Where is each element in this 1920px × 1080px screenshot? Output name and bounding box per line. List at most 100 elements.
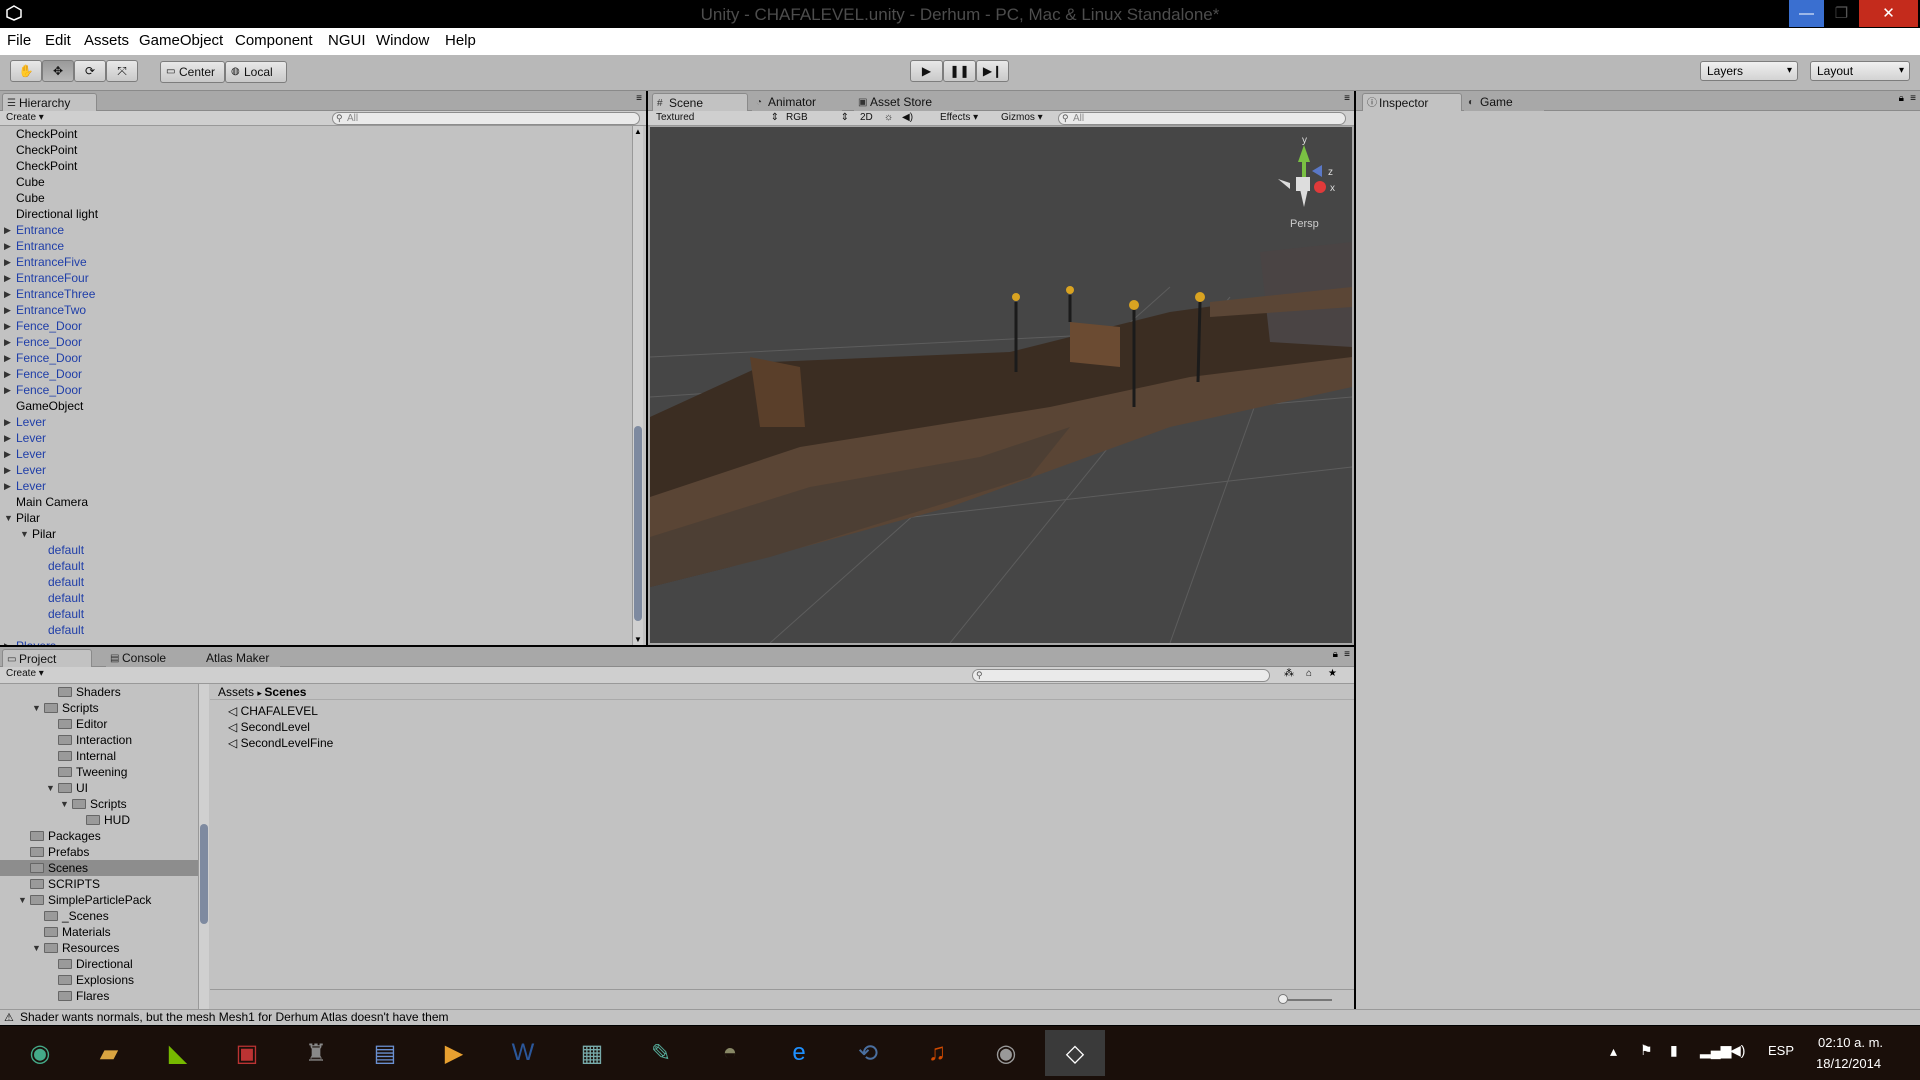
audacity-icon[interactable]: ♫	[907, 1030, 967, 1076]
hierarchy-create-button[interactable]: Create ▾	[6, 112, 56, 125]
hierarchy-row[interactable]: ▶ Entrance	[0, 222, 64, 238]
move-tool-button[interactable]: ✥	[42, 60, 74, 82]
hierarchy-row[interactable]: ▶ Fence_Door	[0, 318, 82, 334]
hierarchy-row[interactable]: default	[0, 542, 84, 558]
menu-ngui[interactable]: NGUI	[328, 32, 366, 49]
filter-type-icon[interactable]: ⁂	[1284, 668, 1294, 679]
project-tree-item[interactable]: Prefabs	[0, 844, 198, 860]
hierarchy-row[interactable]: Cube	[0, 174, 45, 190]
hierarchy-row[interactable]: ▶ Lever	[0, 414, 46, 430]
nvidia-icon[interactable]: ◣	[148, 1030, 208, 1076]
pause-button[interactable]: ❚❚	[943, 60, 976, 82]
project-tree-item[interactable]: Editor	[0, 716, 198, 732]
tab-console[interactable]: ▤ Console	[106, 649, 190, 667]
hierarchy-row[interactable]: default	[0, 574, 84, 590]
clock-time[interactable]: 02:10 a. m.	[1818, 1035, 1883, 1050]
hierarchy-row[interactable]: GameObject	[0, 398, 83, 414]
input-language[interactable]: ESP	[1768, 1043, 1794, 1058]
menu-gameobject[interactable]: GameObject	[139, 32, 223, 49]
network-signal-icon[interactable]: ▂▄▆	[1700, 1042, 1731, 1059]
hierarchy-row[interactable]: ▶ Entrance	[0, 238, 64, 254]
breadcrumb-scenes[interactable]: Scenes	[264, 685, 306, 699]
lighting-toggle-icon[interactable]: ☼	[884, 112, 898, 125]
battery-icon[interactable]: ▮	[1670, 1042, 1678, 1059]
minimize-button[interactable]: —	[1789, 0, 1824, 27]
project-tree-item[interactable]: ▼ SimpleParticlePack	[0, 892, 198, 908]
menu-help[interactable]: Help	[445, 32, 476, 49]
icon-size-slider-handle[interactable]	[1278, 994, 1288, 1004]
paint-icon[interactable]: ✎	[631, 1030, 691, 1076]
expand-down-icon[interactable]: ▼	[60, 796, 69, 812]
hierarchy-row[interactable]: default	[0, 590, 84, 606]
hierarchy-row[interactable]: ▶ Lever	[0, 430, 46, 446]
pivot-local-toggle[interactable]: ◍ Local	[225, 61, 287, 83]
gimp-icon[interactable]: ◓	[700, 1030, 760, 1076]
hierarchy-row[interactable]: CheckPoint	[0, 158, 77, 174]
project-tree-item[interactable]: Tweening	[0, 764, 198, 780]
effects-dropdown[interactable]: Effects ▾	[940, 112, 990, 125]
expand-down-icon[interactable]: ▼	[18, 892, 27, 908]
hierarchy-row[interactable]: CheckPoint	[0, 142, 77, 158]
expand-right-icon[interactable]: ▶	[4, 318, 11, 334]
expand-right-icon[interactable]: ▶	[4, 222, 11, 238]
internet-explorer-icon[interactable]: e	[769, 1030, 829, 1076]
expand-right-icon[interactable]: ▶	[4, 478, 11, 494]
project-tree-item[interactable]: Shaders	[0, 684, 198, 700]
step-button[interactable]: ▶❙	[976, 60, 1009, 82]
panel-menu-icon[interactable]: ≡	[1344, 93, 1350, 104]
project-tree-item[interactable]: _Scenes	[0, 908, 198, 924]
hierarchy-row[interactable]: ▶ Fence_Door	[0, 350, 82, 366]
expand-right-icon[interactable]: ▶	[4, 270, 11, 286]
menu-file[interactable]: File	[7, 32, 31, 49]
hierarchy-scrollbar[interactable]: ▲ ▼	[632, 126, 643, 645]
action-center-flag-icon[interactable]: ⚑	[1640, 1042, 1653, 1059]
expand-down-icon[interactable]: ▼	[4, 510, 13, 526]
rotate-tool-button[interactable]: ⟳	[74, 60, 106, 82]
project-tree-item[interactable]: Interaction	[0, 732, 198, 748]
expand-right-icon[interactable]: ▶	[4, 302, 11, 318]
hierarchy-row[interactable]: ▶ Lever	[0, 462, 46, 478]
project-tree-item[interactable]: ▼ Resources	[0, 940, 198, 956]
expand-right-icon[interactable]: ▶	[4, 334, 11, 350]
scene-viewport[interactable]: y z x Persp	[650, 127, 1352, 643]
expand-right-icon[interactable]: ▶	[4, 254, 11, 270]
project-tree-item[interactable]: Scenes	[0, 860, 198, 876]
menu-assets[interactable]: Assets	[84, 32, 129, 49]
project-create-button[interactable]: Create ▾	[6, 668, 56, 681]
hierarchy-row[interactable]: ▼ Pilar	[0, 510, 40, 526]
project-tree-item[interactable]: Packages	[0, 828, 198, 844]
scene-search-input[interactable]: All	[1058, 112, 1346, 125]
hierarchy-row[interactable]: Cube	[0, 190, 45, 206]
expand-right-icon[interactable]: ▶	[4, 382, 11, 398]
hierarchy-row[interactable]: ▶ Fence_Door	[0, 366, 82, 382]
close-button[interactable]: ✕	[1859, 0, 1918, 27]
hierarchy-row[interactable]: ▼ Pilar	[0, 526, 56, 542]
hierarchy-row[interactable]: Main Camera	[0, 494, 88, 510]
media-player-icon[interactable]: ▶	[424, 1030, 484, 1076]
scale-tool-button[interactable]: ⤧	[106, 60, 138, 82]
menu-component[interactable]: Component	[235, 32, 313, 49]
panel-menu-icon[interactable]: ≡	[1910, 93, 1916, 104]
expand-down-icon[interactable]: ▼	[46, 780, 55, 796]
expand-right-icon[interactable]: ▶	[4, 446, 11, 462]
project-tree-item[interactable]: Flares	[0, 988, 198, 1004]
chrome-icon[interactable]: ◉	[10, 1030, 70, 1076]
persp-label[interactable]: Persp	[1290, 218, 1319, 230]
expand-right-icon[interactable]: ▶	[4, 462, 11, 478]
tab-hierarchy[interactable]: ☰ Hierarchy	[2, 93, 97, 111]
expand-right-icon[interactable]: ▶	[4, 286, 11, 302]
show-hidden-icons-icon[interactable]: ▴	[1610, 1043, 1617, 1060]
notepad-icon[interactable]: ▤	[355, 1030, 415, 1076]
expand-down-icon[interactable]: ▼	[32, 940, 41, 956]
hierarchy-row[interactable]: Directional light	[0, 206, 98, 222]
hierarchy-search-input[interactable]: All	[332, 112, 640, 125]
tab-scene[interactable]: # Scene	[652, 93, 748, 111]
expand-right-icon[interactable]: ▶	[4, 366, 11, 382]
hierarchy-row[interactable]: default	[0, 558, 84, 574]
game-of-thrones-icon[interactable]: ♜	[286, 1030, 346, 1076]
play-button[interactable]: ▶	[910, 60, 943, 82]
hierarchy-scroll-thumb[interactable]	[634, 426, 642, 621]
menu-edit[interactable]: Edit	[45, 32, 71, 49]
volume-icon[interactable]: ◀)	[1730, 1042, 1745, 1059]
project-tree-item[interactable]: Materials	[0, 924, 198, 940]
